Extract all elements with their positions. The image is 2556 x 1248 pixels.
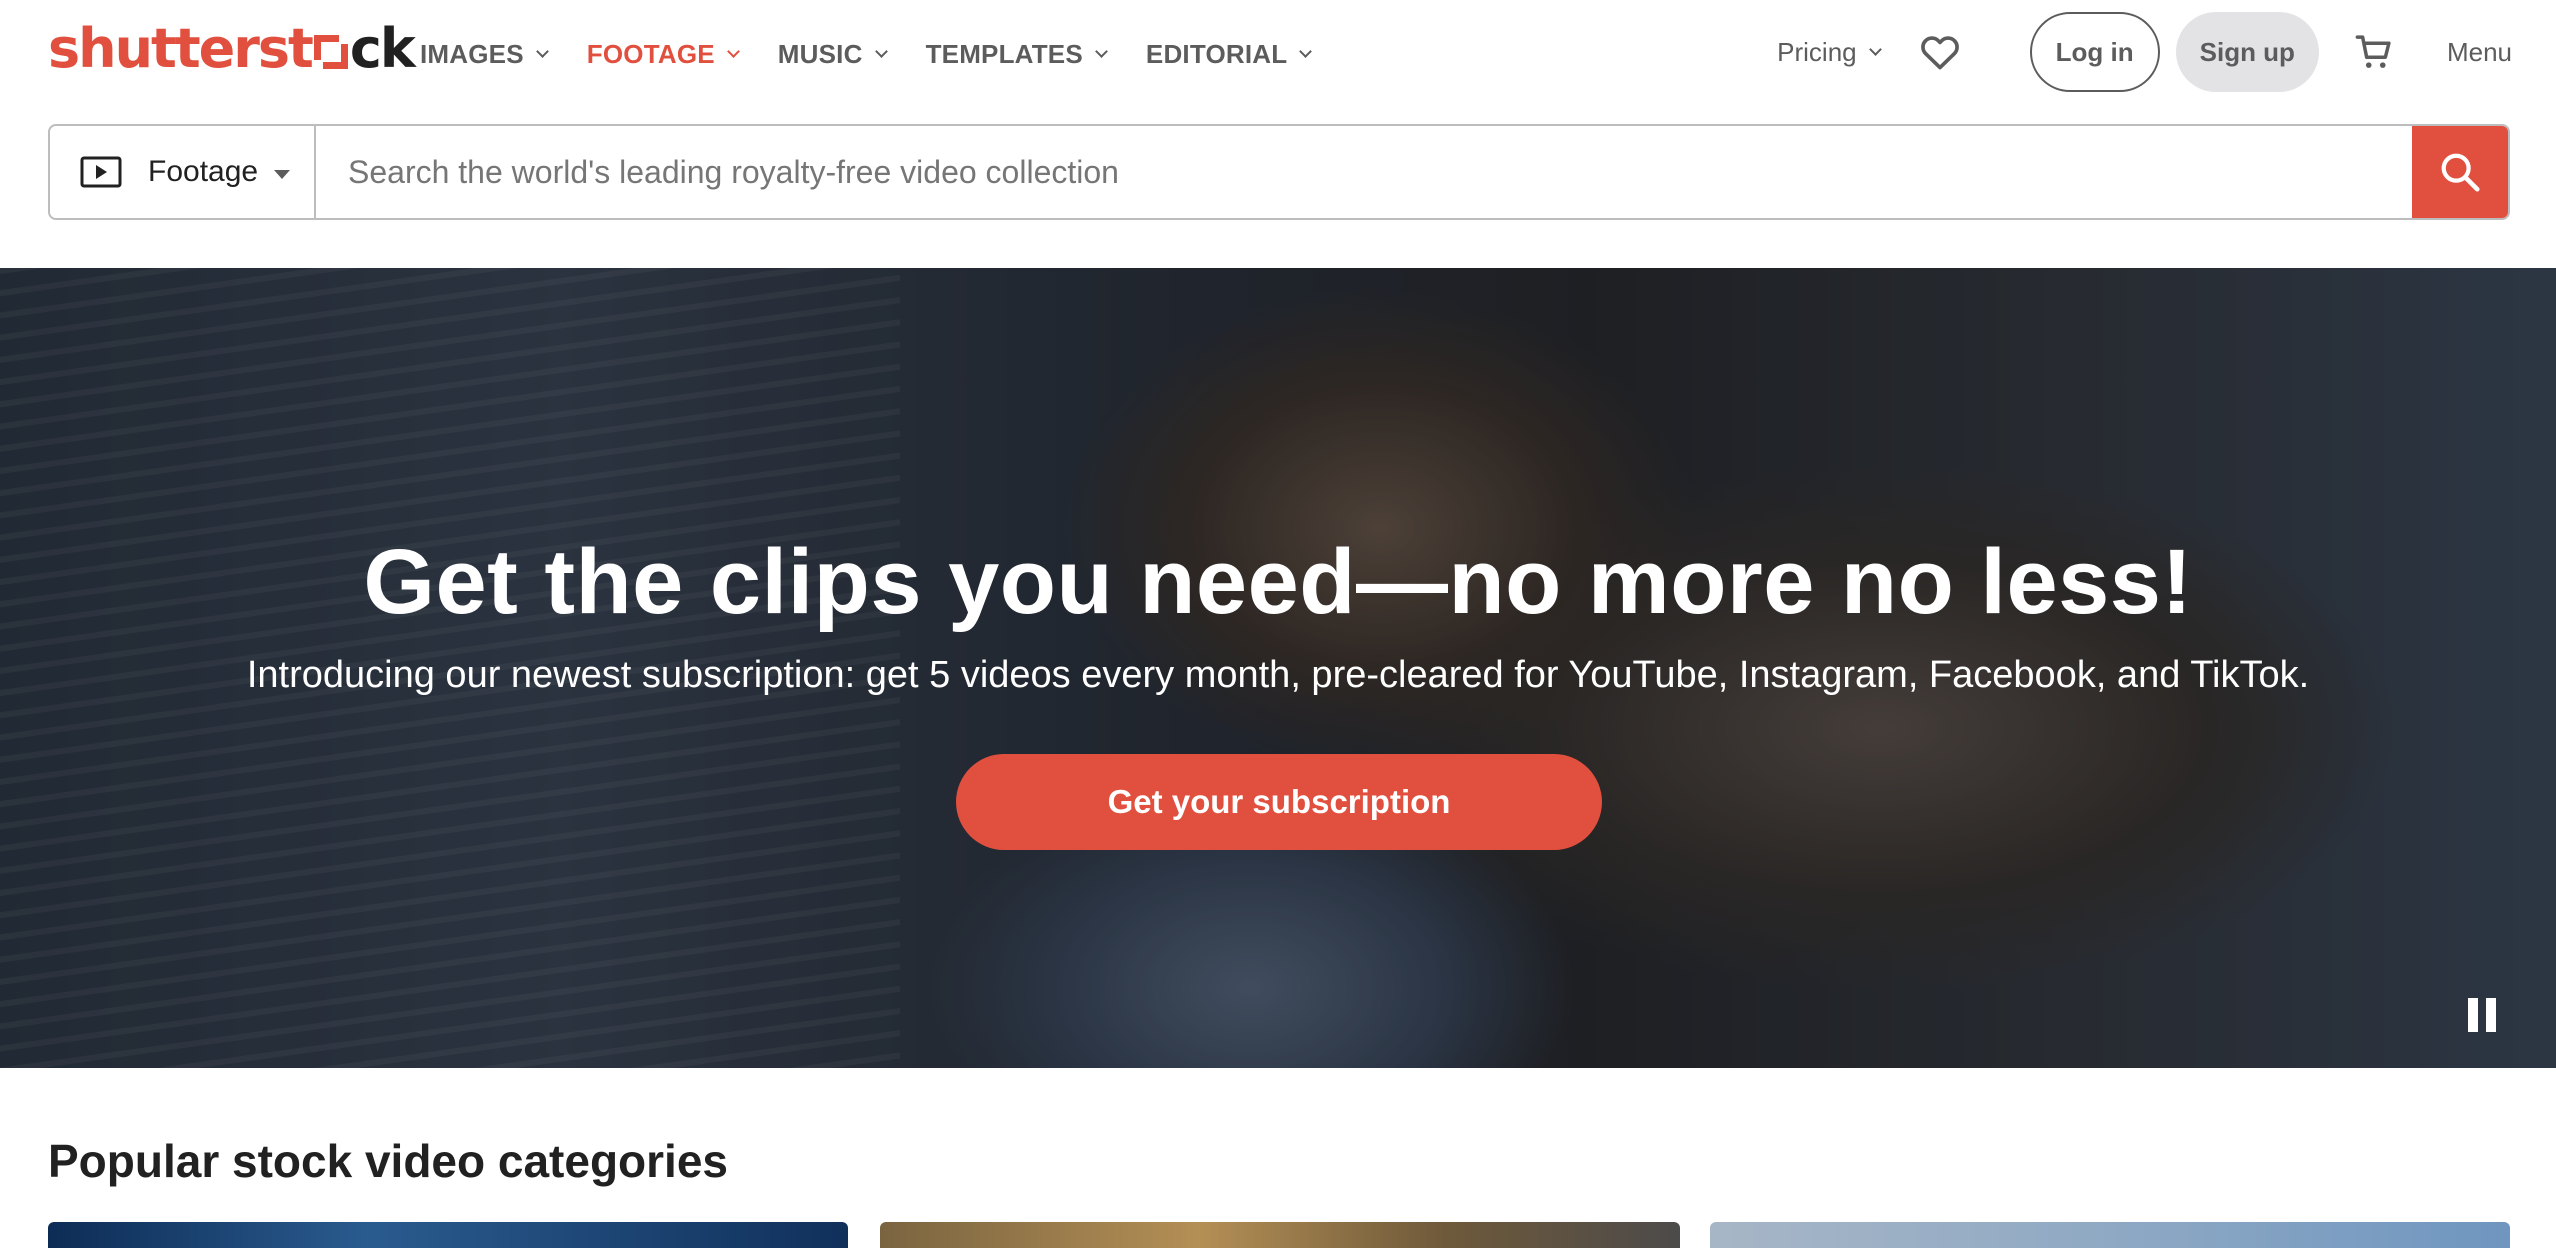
chevron-down-icon: [1095, 44, 1108, 58]
search-button[interactable]: [2412, 126, 2508, 218]
heart-icon[interactable]: [1918, 30, 1962, 74]
account-nav: Pricing Log in Sign up Menu: [1777, 12, 2512, 92]
pause-icon[interactable]: [2468, 998, 2504, 1038]
play-video-icon: [80, 156, 122, 188]
logo-mark-icon: [313, 35, 348, 69]
category-card[interactable]: [48, 1222, 848, 1248]
nav-item-label: IMAGES: [420, 38, 524, 69]
nav-item-editorial[interactable]: EDITORIAL: [1145, 38, 1313, 70]
search-input[interactable]: [316, 126, 2412, 218]
chevron-down-icon: [874, 44, 888, 58]
chevron-down-icon: [1299, 44, 1313, 58]
nav-item-images[interactable]: IMAGES: [420, 38, 549, 70]
main-nav: IMAGES FOOTAGE MUSIC TEMPLATES EDITORIAL: [420, 30, 1350, 78]
search-icon: [2441, 153, 2480, 192]
pricing-label: Pricing: [1777, 36, 1857, 67]
search-bar: Footage: [48, 124, 2510, 220]
hero-subtitle: Introducing our newest subscription: get…: [246, 654, 2310, 696]
logo-text-start: shutterst: [48, 16, 314, 80]
menu-button[interactable]: Menu: [2447, 37, 2512, 68]
nav-item-label: TEMPLATES: [925, 38, 1083, 69]
nav-item-music[interactable]: MUSIC: [777, 38, 888, 70]
hero-title: Get the clips you need—no more no less!: [363, 531, 2193, 633]
nav-item-label: MUSIC: [777, 38, 863, 69]
category-card[interactable]: [1710, 1222, 2510, 1248]
nav-item-label: FOOTAGE: [586, 38, 715, 69]
media-type-label: Footage: [148, 155, 259, 188]
signup-button[interactable]: Sign up: [2175, 12, 2319, 92]
chevron-down-icon: [1868, 42, 1882, 56]
category-card[interactable]: [880, 1222, 1680, 1248]
get-subscription-button[interactable]: Get your subscription: [956, 754, 1602, 850]
nav-item-footage[interactable]: FOOTAGE: [586, 38, 740, 70]
chevron-down-icon: [535, 44, 549, 58]
login-button[interactable]: Log in: [2029, 12, 2160, 92]
categories-heading: Popular stock video categories: [48, 1135, 729, 1187]
media-type-select[interactable]: Footage: [50, 126, 316, 218]
hero-banner: Get the clips you need—no more no less! …: [0, 268, 2556, 1068]
caret-down-icon: [274, 169, 291, 179]
nav-item-templates[interactable]: TEMPLATES: [925, 38, 1108, 70]
pricing-menu[interactable]: Pricing: [1777, 36, 1882, 68]
chevron-down-icon: [726, 44, 740, 58]
site-header: shutterst ck IMAGES FOOTAGE MUSIC TEMPLAT…: [0, 0, 2556, 110]
logo-text-end: ck: [349, 16, 416, 80]
shutterstock-logo[interactable]: shutterst ck: [48, 16, 416, 80]
nav-item-label: EDITORIAL: [1145, 38, 1288, 69]
cart-icon[interactable]: [2353, 31, 2395, 73]
